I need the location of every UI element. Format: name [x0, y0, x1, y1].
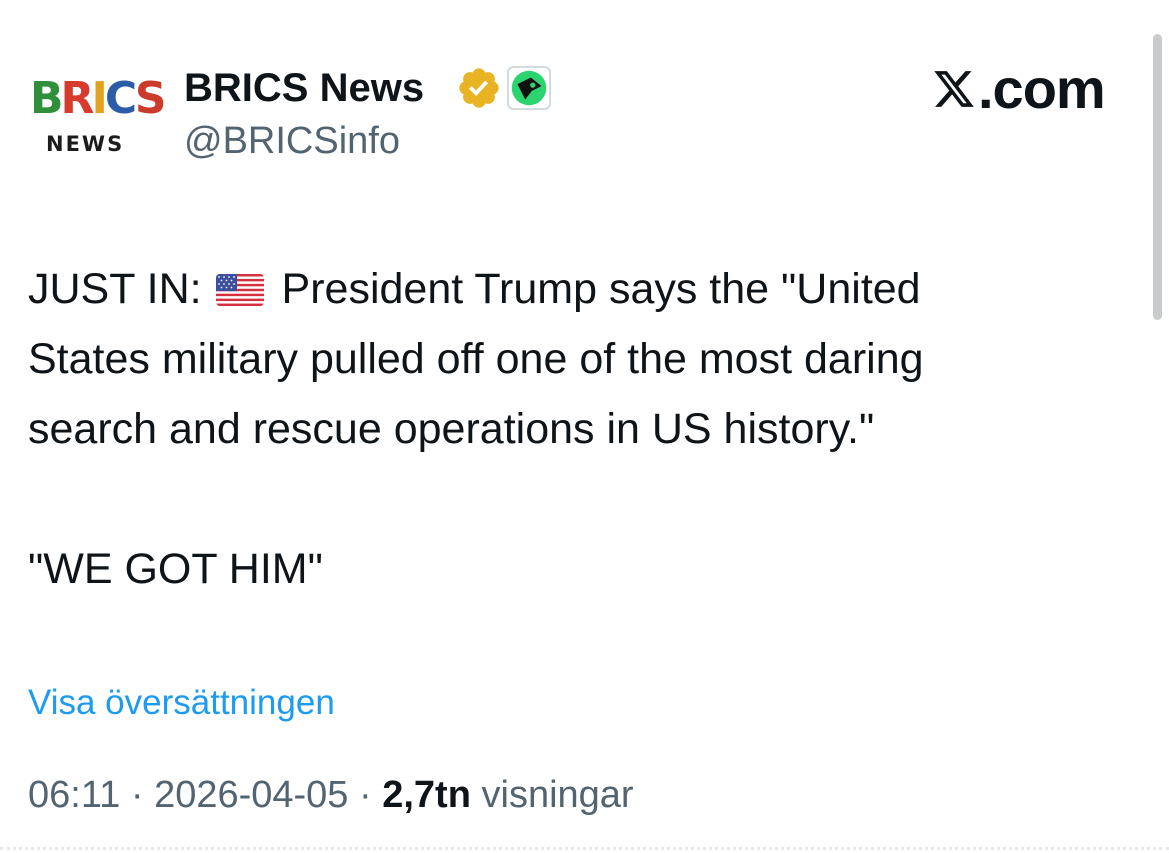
- avatar-logo-sub: NEWS: [46, 132, 125, 156]
- site-watermark: .com: [932, 57, 1106, 120]
- avatar-logo-letters: BRICS: [30, 73, 167, 124]
- meta-separator: ·: [130, 774, 144, 816]
- tweet-text: JUST IN: President Trump says the "Unite…: [28, 254, 1138, 464]
- tweet-prefix: JUST IN:: [28, 265, 202, 313]
- tweet-line-1: JUST IN: President Trump says the "Unite…: [28, 254, 1138, 324]
- gold-verified-badge-icon: [459, 68, 499, 108]
- site-suffix: .com: [978, 57, 1106, 120]
- divider: [0, 847, 1169, 851]
- meta-separator: ·: [359, 774, 372, 816]
- views-count: 2,7tn: [382, 774, 471, 816]
- views-label: visningar: [481, 774, 634, 816]
- x-logo-icon: [934, 71, 974, 107]
- tweet-date[interactable]: 2026-04-05: [154, 774, 348, 816]
- tweet-line-2: States military pulled off one of the mo…: [28, 335, 924, 383]
- affiliate-badge-icon[interactable]: [506, 65, 552, 111]
- tweet-line-1-rest: President Trump says the "United: [281, 265, 921, 313]
- scrollbar[interactable]: [1153, 34, 1162, 320]
- show-translation-link[interactable]: Visa översättningen: [28, 680, 335, 726]
- account-handle[interactable]: @BRICSinfo: [184, 118, 400, 164]
- tweet-line-3: search and rescue operations in US histo…: [28, 405, 875, 453]
- tweet-time[interactable]: 06:11: [28, 774, 120, 816]
- us-flag-icon: [215, 274, 264, 306]
- display-name[interactable]: BRICS News: [184, 64, 424, 112]
- account-avatar[interactable]: BRICS NEWS: [24, 70, 167, 170]
- tweet-quote: "WE GOT HIM": [28, 545, 323, 593]
- tweet-meta: 06:11 · 2026-04-05 · 2,7tn visningar: [28, 770, 634, 820]
